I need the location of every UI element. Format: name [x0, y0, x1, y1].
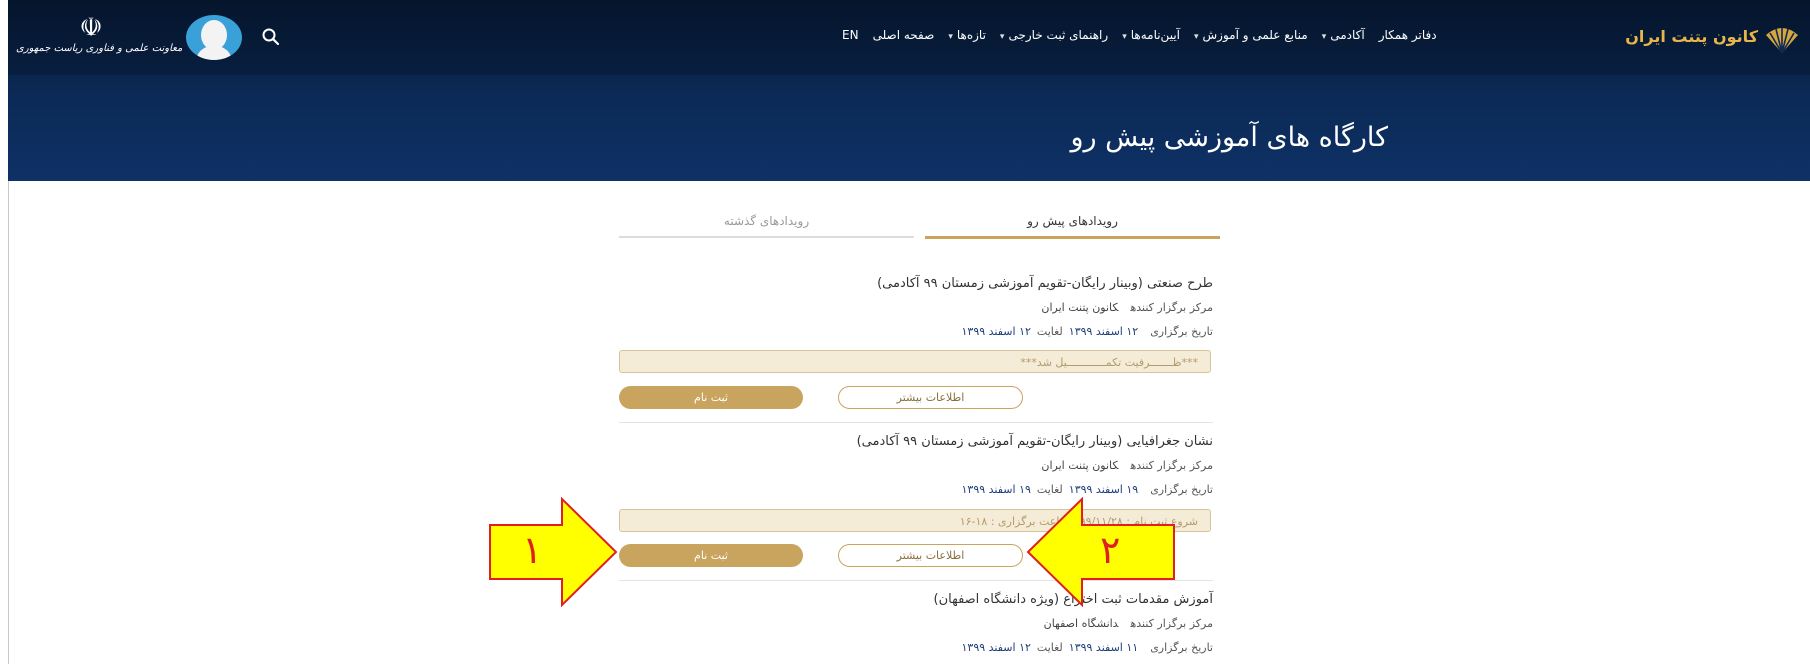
- organizer-label: مرکز برگزار کننده: [1130, 301, 1213, 314]
- date-to: ۱۲ اسفند ۱۳۹۹: [961, 641, 1031, 654]
- nav-label: تازه‌ها: [956, 28, 986, 42]
- site-header: ☫ معاونت علمی و فناوری ریاست جمهوری EN ص…: [8, 0, 1810, 181]
- date-to: ۱۹ اسفند ۱۳۹۹: [961, 483, 1031, 496]
- chevron-down-icon: ▾: [948, 32, 953, 42]
- user-avatar[interactable]: [186, 15, 242, 60]
- annotation-label-1: ۱: [522, 528, 543, 572]
- brand-logo[interactable]: کانون پتنت ایران: [1608, 25, 1810, 55]
- organizer-value: کانون پتنت ایران: [1041, 459, 1119, 472]
- main-nav: EN صفحه اصلی تازه‌ها▾ راهنمای ثبت خارجی▾…: [842, 28, 1437, 48]
- avatar-body: [196, 46, 232, 60]
- register-button[interactable]: ثبت نام: [619, 544, 803, 567]
- until-label: لغایت: [1036, 641, 1063, 654]
- event-card: نشان جغرافیایی (وبینار رایگان-تقویم آموز…: [619, 434, 1213, 498]
- chevron-down-icon: ▾: [999, 32, 1005, 42]
- gov-logo[interactable]: ☫ معاونت علمی و فناوری ریاست جمهوری: [16, 13, 183, 66]
- event-title[interactable]: نشان جغرافیایی (وبینار رایگان-تقویم آموز…: [619, 434, 1213, 450]
- event-organizer: مرکز برگزار کننده کانون پتنت ایران: [619, 458, 1213, 474]
- chevron-down-icon: ▾: [1321, 32, 1327, 42]
- until-label: لغایت: [1036, 325, 1063, 338]
- more-info-button[interactable]: اطلاعات بیشتر: [838, 544, 1023, 567]
- divider: [619, 422, 1213, 423]
- event-organizer: مرکز برگزار کننده کانون پتنت ایران: [619, 300, 1213, 316]
- event-organizer: مرکز برگزار کننده دانشگاه اصفهان: [619, 616, 1213, 632]
- event-card: طرح صنعتی (وبینار رایگان-تقویم آموزشی زم…: [619, 276, 1213, 340]
- nav-item-academy[interactable]: آکادمی▾: [1322, 28, 1365, 48]
- nav-label: راهنمای ثبت خارجی: [1008, 28, 1109, 42]
- nav-item-partner-offices[interactable]: دفاتر همکار: [1379, 28, 1437, 48]
- nav-label: منابع علمی و آموزش: [1202, 28, 1308, 42]
- event-date: تاریخ برگزاری ۱۱ اسفند ۱۳۹۹ لغایت ۱۲ اسفند …: [619, 640, 1214, 656]
- organizer-value: دانشگاه اصفهان: [1043, 617, 1119, 630]
- organizer-label: مرکز برگزار کننده: [1130, 459, 1213, 472]
- date-label: تاریخ برگزاری: [1150, 325, 1213, 338]
- organizer-value: کانون پتنت ایران: [1041, 301, 1119, 314]
- annotation-arrow-right-icon: [489, 497, 618, 607]
- date-from: ۱۹ اسفند ۱۳۹۹: [1068, 483, 1139, 496]
- more-info-button[interactable]: اطلاعات بیشتر: [838, 386, 1023, 409]
- nav-item-resources[interactable]: منابع علمی و آموزش▾: [1194, 28, 1308, 48]
- tab-past-events[interactable]: رویدادهای گذشته: [619, 212, 914, 238]
- date-to: ۱۲ اسفند ۱۳۹۹: [961, 325, 1031, 338]
- event-date: تاریخ برگزاری ۱۹ اسفند ۱۳۹۹ لغایت ۱۹ اسفند …: [619, 482, 1214, 498]
- event-tabs: رویدادهای گذشته رویدادهای پیش رو: [619, 212, 1220, 240]
- register-button[interactable]: ثبت نام: [619, 386, 803, 409]
- nav-item-news[interactable]: تازه‌ها▾: [948, 28, 986, 48]
- gov-logo-caption: معاونت علمی و فناوری ریاست جمهوری: [16, 43, 183, 54]
- nav-item-en[interactable]: EN: [842, 28, 859, 48]
- nav-item-foreign-guide[interactable]: راهنمای ثبت خارجی▾: [1000, 28, 1108, 48]
- nav-item-regulations[interactable]: آیین‌نامه‌ها▾: [1122, 28, 1180, 48]
- until-label: لغایت: [1036, 483, 1063, 496]
- nav-label: آکادمی: [1330, 28, 1365, 42]
- event-title[interactable]: طرح صنعتی (وبینار رایگان-تقویم آموزشی زم…: [619, 276, 1213, 292]
- date-label: تاریخ برگزاری: [1150, 483, 1213, 496]
- annotation-label-2: ۲: [1100, 528, 1121, 572]
- chevron-down-icon: ▾: [1194, 32, 1199, 42]
- event-date: تاریخ برگزاری ۱۲ اسفند ۱۳۹۹ لغایت ۱۲ اسفند …: [619, 324, 1214, 340]
- date-from: ۱۱ اسفند ۱۳۹۹: [1068, 641, 1139, 654]
- tab-upcoming-events[interactable]: رویدادهای پیش رو: [925, 212, 1220, 239]
- nav-item-home[interactable]: صفحه اصلی: [873, 28, 935, 48]
- nav-label: آیین‌نامه‌ها: [1130, 28, 1180, 42]
- iran-emblem-icon: ☫: [79, 13, 103, 43]
- search-icon[interactable]: [261, 27, 281, 47]
- chevron-down-icon: ▾: [1122, 32, 1127, 42]
- date-label: تاریخ برگزاری: [1150, 641, 1213, 654]
- organizer-label: مرکز برگزار کننده: [1130, 617, 1213, 630]
- brand-name: کانون پتنت ایران: [1625, 27, 1758, 46]
- capacity-notice: ***ظـــــــرفیت تکمــــــــــــیل شد***: [619, 350, 1211, 373]
- page-title: کارگاه های آموزشی پیش رو: [1070, 122, 1388, 153]
- shell-logo-icon: [1766, 28, 1798, 54]
- date-from: ۱۲ اسفند ۱۳۹۹: [1068, 325, 1139, 338]
